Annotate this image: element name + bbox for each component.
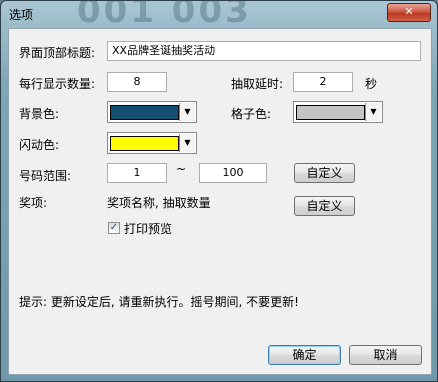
top-title-input[interactable]: XX品牌圣诞抽奖活动	[107, 41, 421, 61]
ok-button[interactable]: 确定	[268, 345, 341, 365]
chevron-down-icon[interactable]: ▼	[365, 103, 381, 121]
check-icon: ✓	[109, 222, 119, 233]
range-from-input[interactable]: 1	[107, 163, 167, 183]
bg-color-label: 背景色:	[19, 107, 60, 121]
delay-label: 抽取延时:	[231, 77, 284, 91]
delay-input[interactable]: 2	[293, 72, 353, 92]
chevron-down-icon[interactable]: ▼	[179, 134, 195, 152]
delay-unit: 秒	[365, 77, 378, 91]
flash-color-label: 闪动色:	[19, 138, 60, 152]
grid-color-picker[interactable]: ▼	[293, 101, 383, 123]
range-separator: ~	[176, 162, 187, 176]
per-row-count-input[interactable]: 8	[107, 72, 167, 92]
range-to-input[interactable]: 100	[199, 163, 267, 183]
prize-custom-button[interactable]: 自定义	[294, 196, 355, 216]
chevron-down-icon[interactable]: ▼	[179, 103, 195, 121]
number-range-label: 号码范围:	[19, 169, 72, 183]
window-title: 选项	[9, 8, 34, 22]
bg-color-picker[interactable]: ▼	[107, 101, 197, 123]
flash-color-swatch	[110, 136, 179, 151]
hint-text: 提示: 更新设定后, 请重新执行。摇号期间, 不要更新!	[19, 295, 299, 309]
prize-label: 奖项:	[19, 196, 48, 210]
options-dialog: 001 003 选项 ✕ 界面顶部标题: XX品牌圣诞抽奖活动 每行显示数量: …	[0, 0, 438, 382]
cancel-button[interactable]: 取消	[349, 345, 422, 365]
per-row-count-label: 每行显示数量:	[19, 77, 96, 91]
dialog-client-area: 界面顶部标题: XX品牌圣诞抽奖活动 每行显示数量: 8 抽取延时: 2 秒 背…	[8, 28, 432, 375]
grid-color-swatch	[296, 105, 365, 120]
grid-color-label: 格子色:	[231, 107, 272, 121]
top-title-label: 界面顶部标题:	[19, 46, 96, 60]
print-preview-checkbox[interactable]: ✓	[108, 222, 120, 234]
title-bar-background-digits: 001 003	[77, 1, 252, 27]
bg-color-swatch	[110, 105, 179, 120]
print-preview-label[interactable]: 打印预览	[124, 220, 172, 237]
close-button[interactable]: ✕	[387, 3, 431, 22]
title-bar[interactable]: 001 003 选项 ✕	[1, 1, 437, 27]
range-custom-button[interactable]: 自定义	[294, 163, 355, 183]
prize-description: 奖项名称, 抽取数量	[107, 196, 211, 210]
flash-color-picker[interactable]: ▼	[107, 132, 197, 154]
